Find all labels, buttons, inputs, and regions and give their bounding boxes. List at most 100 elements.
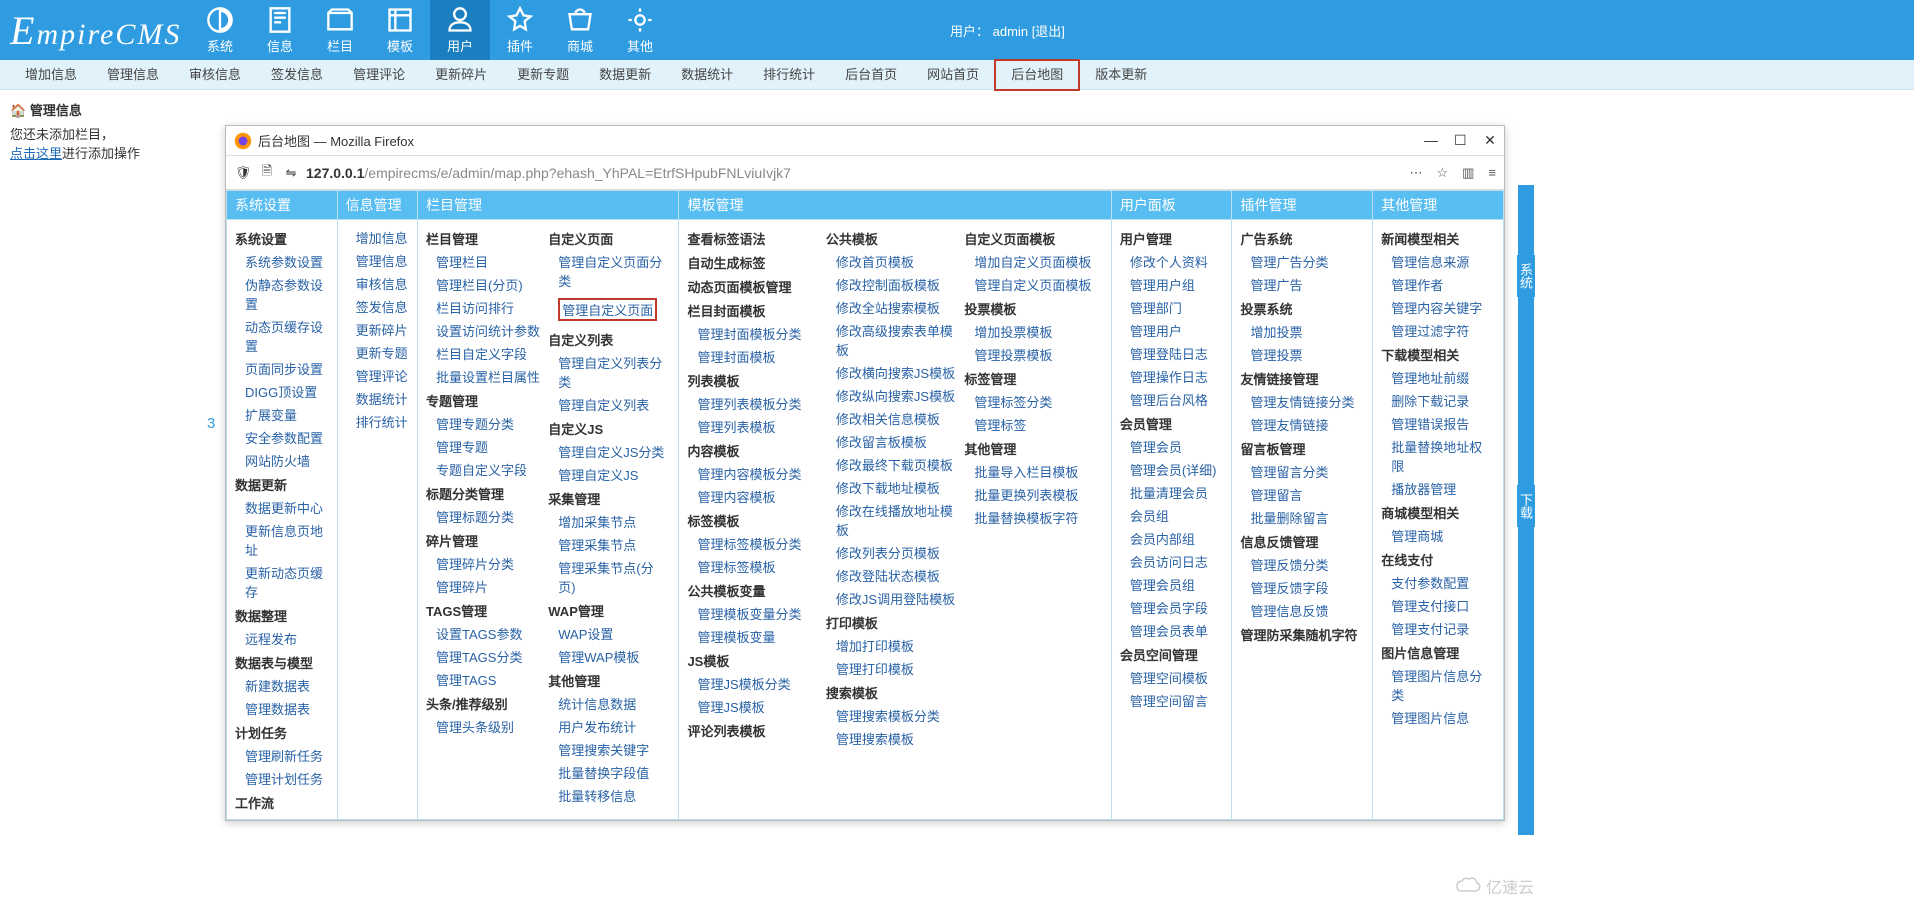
map-link[interactable]: 管理标签模板 [697, 557, 825, 576]
shield-icon[interactable]: 🛡 [234, 165, 252, 181]
map-link[interactable]: 管理JS模板分类 [697, 674, 825, 693]
map-link[interactable]: 管理广告 [1250, 275, 1364, 294]
map-link[interactable]: 批量删除留言 [1250, 508, 1364, 527]
map-link[interactable]: 修改在线播放地址模板 [836, 501, 964, 539]
map-link[interactable]: 管理会员字段 [1130, 598, 1224, 617]
window-minimize[interactable]: — [1424, 132, 1436, 149]
subnav-item[interactable]: 增加信息 [10, 61, 92, 89]
map-link[interactable]: 管理搜索模板分类 [836, 706, 964, 725]
map-link[interactable]: 管理会员组 [1130, 575, 1224, 594]
map-link[interactable]: 扩展变量 [245, 405, 329, 424]
subnav-item[interactable]: 数据更新 [584, 61, 666, 89]
map-link[interactable]: 远程发布 [245, 629, 329, 648]
map-link[interactable]: 管理会员 [1130, 437, 1224, 456]
map-link[interactable]: 管理地址前缀 [1391, 368, 1495, 387]
map-link[interactable]: 更新动态页缓存 [245, 563, 329, 601]
map-link[interactable]: 管理模板变量 [697, 627, 825, 646]
map-link[interactable]: 页面同步设置 [245, 359, 329, 378]
nav-信息[interactable]: 信息 [250, 0, 310, 60]
map-link[interactable]: 管理投票模板 [974, 345, 1102, 364]
map-link[interactable]: 管理自定义JS [558, 465, 670, 484]
map-link[interactable]: 修改首页模板 [836, 252, 964, 271]
map-link[interactable]: 管理数据表 [245, 699, 329, 718]
map-link[interactable]: 管理登陆日志 [1130, 344, 1224, 363]
map-link[interactable]: 管理自定义页面模板 [974, 275, 1102, 294]
map-link[interactable]: 管理内容关键字 [1391, 298, 1495, 317]
map-link[interactable]: 修改控制面板模板 [836, 275, 964, 294]
map-link[interactable]: 管理信息来源 [1391, 252, 1495, 271]
map-link[interactable]: 专题自定义字段 [436, 460, 548, 479]
library-icon[interactable]: ▥ [1462, 165, 1474, 181]
map-link[interactable]: 系统参数设置 [245, 252, 329, 271]
map-link[interactable]: 管理标签分类 [974, 392, 1102, 411]
map-link[interactable]: 管理作者 [1391, 275, 1495, 294]
map-link[interactable]: 修改横向搜索JS模板 [836, 363, 964, 382]
subnav-item[interactable]: 管理评论 [338, 61, 420, 89]
map-link[interactable]: 管理封面模板 [697, 347, 825, 366]
nav-商城[interactable]: 商城 [550, 0, 610, 60]
map-link[interactable]: 批量替换地址权限 [1391, 437, 1495, 475]
map-link[interactable]: 修改纵向搜索JS模板 [836, 386, 964, 405]
subnav-item[interactable]: 审核信息 [174, 61, 256, 89]
nav-栏目[interactable]: 栏目 [310, 0, 370, 60]
map-link[interactable]: 管理反馈分类 [1250, 555, 1364, 574]
subnav-item[interactable]: 签发信息 [256, 61, 338, 89]
map-link[interactable]: 修改下载地址模板 [836, 478, 964, 497]
map-link[interactable]: 批量清理会员 [1130, 483, 1224, 502]
map-link[interactable]: 管理信息 [356, 251, 409, 270]
map-link[interactable]: 播放器管理 [1391, 479, 1495, 498]
map-link[interactable]: 修改JS调用登陆模板 [836, 589, 964, 608]
map-link[interactable]: 管理列表模板 [697, 417, 825, 436]
map-link[interactable]: DIGG顶设置 [245, 382, 329, 401]
dots-icon[interactable]: ⋯ [1409, 165, 1422, 181]
map-link[interactable]: 修改全站搜索模板 [836, 298, 964, 317]
map-link[interactable]: 网站防火墙 [245, 451, 329, 470]
map-link[interactable]: 批量设置栏目属性 [436, 367, 548, 386]
map-link[interactable]: 管理搜索模板 [836, 729, 964, 748]
map-link[interactable]: 排行统计 [356, 412, 409, 431]
map-link[interactable]: 删除下载记录 [1391, 391, 1495, 410]
map-link[interactable]: 管理标签 [974, 415, 1102, 434]
map-link[interactable]: 管理内容模板分类 [697, 464, 825, 483]
map-link[interactable]: 增加投票 [1250, 322, 1364, 341]
map-link[interactable]: 审核信息 [356, 274, 409, 293]
subnav-item[interactable]: 版本更新 [1080, 61, 1162, 89]
map-link[interactable]: 管理支付记录 [1391, 619, 1495, 638]
map-link[interactable]: 栏目自定义字段 [436, 344, 548, 363]
nav-用户[interactable]: 用户 [430, 0, 490, 60]
map-link[interactable]: 管理自定义列表 [558, 395, 670, 414]
map-link[interactable]: WAP设置 [558, 624, 670, 643]
map-link[interactable]: 管理部门 [1130, 298, 1224, 317]
map-link[interactable]: 管理过滤字符 [1391, 321, 1495, 340]
subnav-item[interactable]: 网站首页 [912, 61, 994, 89]
map-link[interactable]: 管理用户组 [1130, 275, 1224, 294]
map-link[interactable]: 设置TAGS参数 [436, 624, 548, 643]
map-link[interactable]: 管理标题分类 [436, 507, 548, 526]
map-link[interactable]: 管理会员表单 [1130, 621, 1224, 640]
map-link[interactable]: 管理头条级别 [436, 717, 548, 736]
map-link[interactable]: 管理后台风格 [1130, 390, 1224, 409]
map-link[interactable]: 管理封面模板分类 [697, 324, 825, 343]
map-link[interactable]: 更新专题 [356, 343, 409, 362]
map-link[interactable]: 会员访问日志 [1130, 552, 1224, 571]
toggle-icon[interactable]: ⇋ [282, 165, 300, 181]
map-link[interactable]: 管理自定义页面 [558, 298, 657, 321]
map-link[interactable]: 管理计划任务 [245, 769, 329, 788]
map-link[interactable]: 修改留言板模板 [836, 432, 964, 451]
map-link[interactable]: 增加自定义页面模板 [974, 252, 1102, 271]
map-link[interactable]: 更新信息页地址 [245, 521, 329, 559]
map-link[interactable]: 管理评论 [356, 366, 409, 385]
subnav-item[interactable]: 后台首页 [830, 61, 912, 89]
map-link[interactable]: 修改列表分页模板 [836, 543, 964, 562]
add-column-link[interactable]: 点击这里 [10, 146, 62, 161]
map-link[interactable]: 管理广告分类 [1250, 252, 1364, 271]
map-link[interactable]: 会员内部组 [1130, 529, 1224, 548]
map-link[interactable]: 管理图片信息 [1391, 708, 1495, 727]
menu-icon[interactable]: ≡ [1488, 165, 1496, 181]
map-link[interactable]: 管理采集节点(分页) [558, 558, 670, 596]
map-link[interactable]: 管理标签模板分类 [697, 534, 825, 553]
map-link[interactable]: 管理专题分类 [436, 414, 548, 433]
map-link[interactable]: 管理图片信息分类 [1391, 666, 1495, 704]
map-link[interactable]: 管理反馈字段 [1250, 578, 1364, 597]
subnav-item[interactable]: 数据统计 [666, 61, 748, 89]
